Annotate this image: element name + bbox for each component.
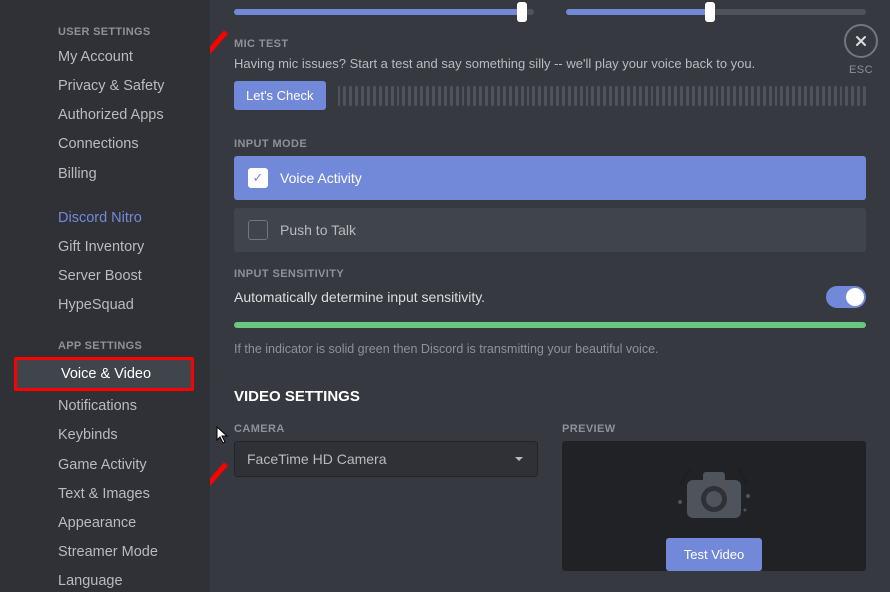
camera-select-value: FaceTime HD Camera <box>247 451 387 467</box>
close-button[interactable] <box>844 24 878 58</box>
close-label: ESC <box>844 64 878 76</box>
chevron-down-icon <box>513 453 525 465</box>
preview-heading: PREVIEW <box>562 423 866 435</box>
sidebar-item-keybinds[interactable]: Keybinds <box>14 421 204 449</box>
sidebar-item-my-account[interactable]: My Account <box>14 43 204 71</box>
annotation-arrow-icon <box>210 458 236 498</box>
sensitivity-indicator-bar <box>234 322 866 328</box>
checkbox-unchecked-icon <box>248 220 268 240</box>
sidebar-item-connections[interactable]: Connections <box>14 130 204 158</box>
settings-main: ESC MIC TEST Having mic issues? Start a … <box>210 0 890 592</box>
input-mode-push-to-talk[interactable]: Push to Talk <box>234 208 866 252</box>
input-mode-voice-activity[interactable]: ✓ Voice Activity <box>234 156 866 200</box>
output-volume-slider[interactable] <box>566 4 866 18</box>
sidebar-item-game-activity[interactable]: Game Activity <box>14 451 204 479</box>
checkbox-checked-icon: ✓ <box>248 168 268 188</box>
sidebar-item-billing[interactable]: Billing <box>14 160 204 188</box>
video-settings-heading: VIDEO SETTINGS <box>234 388 866 405</box>
input-mode-heading: INPUT MODE <box>234 138 866 150</box>
auto-sensitivity-toggle[interactable] <box>826 286 866 308</box>
settings-sidebar: USER SETTINGS My Account Privacy & Safet… <box>0 0 210 592</box>
sidebar-item-privacy[interactable]: Privacy & Safety <box>14 72 204 100</box>
input-volume-slider[interactable] <box>234 4 534 18</box>
sensitivity-hint: If the indicator is solid green then Dis… <box>234 342 866 356</box>
sidebar-item-appearance[interactable]: Appearance <box>14 509 204 537</box>
sidebar-item-streamer-mode[interactable]: Streamer Mode <box>14 538 204 566</box>
annotation-arrow-icon <box>210 26 236 66</box>
camera-select[interactable]: FaceTime HD Camera <box>234 441 538 477</box>
mode-label: Voice Activity <box>280 170 362 186</box>
close-icon <box>854 34 868 48</box>
camera-heading: CAMERA <box>234 423 538 435</box>
cursor-pointer-icon <box>216 426 230 444</box>
sidebar-header-user: USER SETTINGS <box>14 20 204 42</box>
input-sensitivity-heading: INPUT SENSITIVITY <box>234 268 866 280</box>
sidebar-item-server-boost[interactable]: Server Boost <box>14 262 204 290</box>
camera-icon <box>675 466 753 522</box>
sidebar-item-language[interactable]: Language <box>14 567 204 592</box>
video-preview-box: Test Video <box>562 441 866 571</box>
sidebar-item-text-images[interactable]: Text & Images <box>14 480 204 508</box>
sidebar-item-hypesquad[interactable]: HypeSquad <box>14 291 204 319</box>
sidebar-header-app: APP SETTINGS <box>14 334 204 356</box>
auto-sensitivity-label: Automatically determine input sensitivit… <box>234 289 485 305</box>
sidebar-item-gift-inventory[interactable]: Gift Inventory <box>14 233 204 261</box>
mode-label: Push to Talk <box>280 222 356 238</box>
mic-level-meter <box>338 86 866 106</box>
sidebar-item-voice-video[interactable]: Voice & Video <box>14 357 194 391</box>
sidebar-item-nitro[interactable]: Discord Nitro <box>14 204 204 232</box>
sidebar-item-authorized-apps[interactable]: Authorized Apps <box>14 101 204 129</box>
lets-check-button[interactable]: Let's Check <box>234 81 326 110</box>
mic-test-heading: MIC TEST <box>234 38 866 50</box>
test-video-button[interactable]: Test Video <box>666 538 762 571</box>
mic-test-description: Having mic issues? Start a test and say … <box>234 56 866 71</box>
sidebar-item-notifications[interactable]: Notifications <box>14 392 204 420</box>
